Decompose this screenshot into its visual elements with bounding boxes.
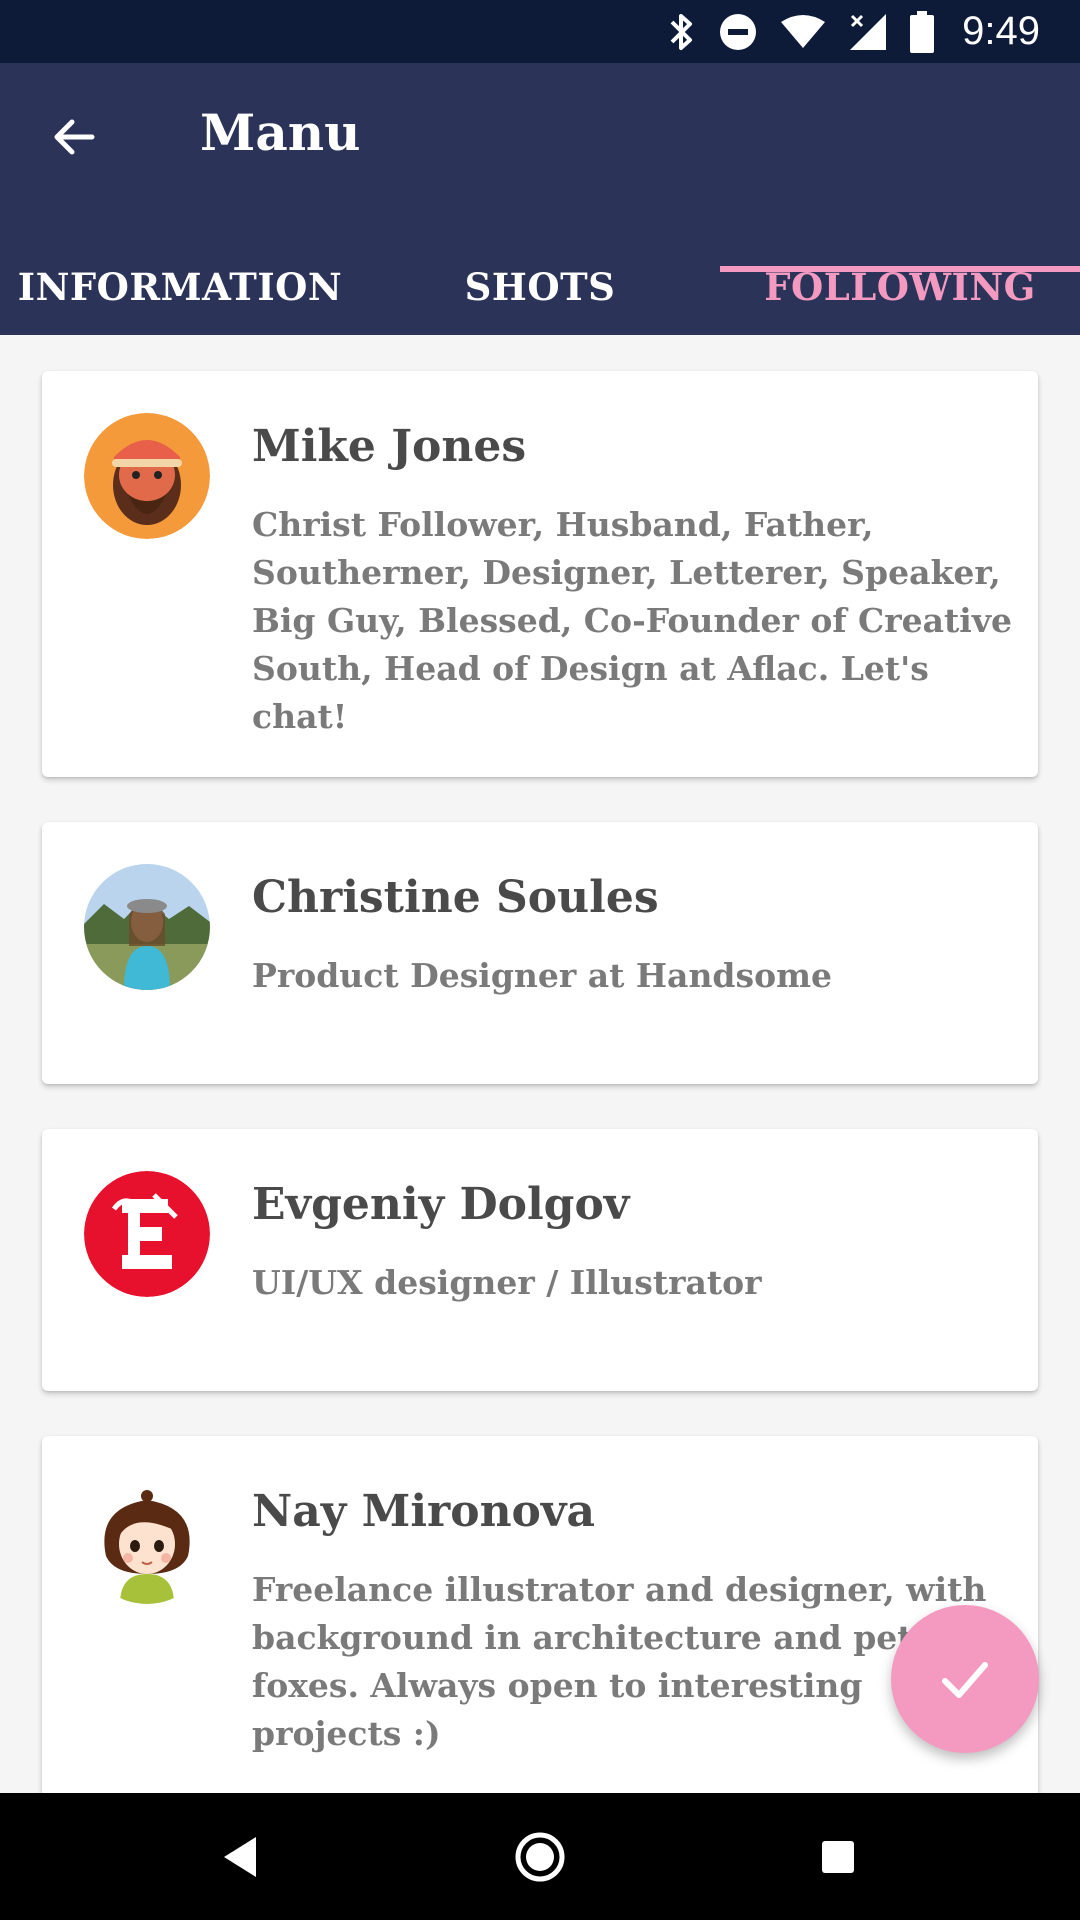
list-item[interactable]: Mike Jones Christ Follower, Husband, Fat… <box>42 371 1038 777</box>
girl-illustration-avatar-icon <box>84 1478 210 1604</box>
status-clock: 9:49 <box>962 9 1040 53</box>
avatar <box>84 1478 210 1604</box>
bluetooth-icon <box>670 13 693 50</box>
tab-information[interactable]: INFORMATION <box>0 239 360 335</box>
status-icons: 9:49 <box>666 0 1040 63</box>
user-name: Nay Mironova <box>252 1486 595 1537</box>
active-tab-indicator <box>720 266 1080 272</box>
recents-square-icon <box>822 1840 854 1873</box>
app-bar: Manu INFORMATION SHOTS FOLLOWING <box>0 63 1080 335</box>
nav-home-button[interactable] <box>470 1793 610 1920</box>
do-not-disturb-icon <box>720 13 757 50</box>
page-title: Manu <box>200 103 361 162</box>
tab-bar: INFORMATION SHOTS FOLLOWING <box>0 239 1080 335</box>
confirm-fab-button[interactable] <box>891 1605 1039 1753</box>
user-name: Mike Jones <box>252 421 527 472</box>
user-bio: UI/UX designer / Illustrator <box>252 1263 762 1302</box>
following-list[interactable]: Mike Jones Christ Follower, Husband, Fat… <box>0 335 1080 1793</box>
tab-shots[interactable]: SHOTS <box>360 239 720 335</box>
avatar <box>84 413 210 539</box>
user-bio: Christ Follower, Husband, Father, Southe… <box>252 505 1012 736</box>
bearded-man-avatar-icon <box>84 413 210 539</box>
arrow-left-icon <box>54 119 95 155</box>
gothic-e-logo-avatar-icon <box>84 1171 210 1297</box>
back-button[interactable] <box>44 107 104 167</box>
nav-recents-button[interactable] <box>768 1793 908 1920</box>
avatar <box>84 864 210 990</box>
battery-icon <box>910 10 935 53</box>
tab-following[interactable]: FOLLOWING <box>720 239 1080 335</box>
avatar <box>84 1171 210 1297</box>
list-item[interactable]: Christine Soules Product Designer at Han… <box>42 822 1038 1084</box>
system-nav-bar <box>0 1793 1080 1920</box>
user-name: Christine Soules <box>252 872 659 923</box>
user-name: Evgeniy Dolgov <box>252 1179 630 1230</box>
user-bio: Product Designer at Handsome <box>252 956 833 995</box>
check-icon <box>942 1662 988 1698</box>
status-bar: 9:49 <box>0 0 1080 63</box>
list-item[interactable]: Evgeniy Dolgov UI/UX designer / Illustra… <box>42 1129 1038 1391</box>
cellular-signal-icon <box>850 13 887 50</box>
back-triangle-icon <box>224 1836 256 1877</box>
list-item[interactable]: Nay Mironova Freelance illustrator and d… <box>42 1436 1038 1793</box>
nav-back-button[interactable] <box>170 1793 310 1920</box>
home-circle-icon <box>515 1832 565 1881</box>
woman-photo-avatar-icon <box>84 864 210 990</box>
wifi-icon <box>781 14 826 48</box>
